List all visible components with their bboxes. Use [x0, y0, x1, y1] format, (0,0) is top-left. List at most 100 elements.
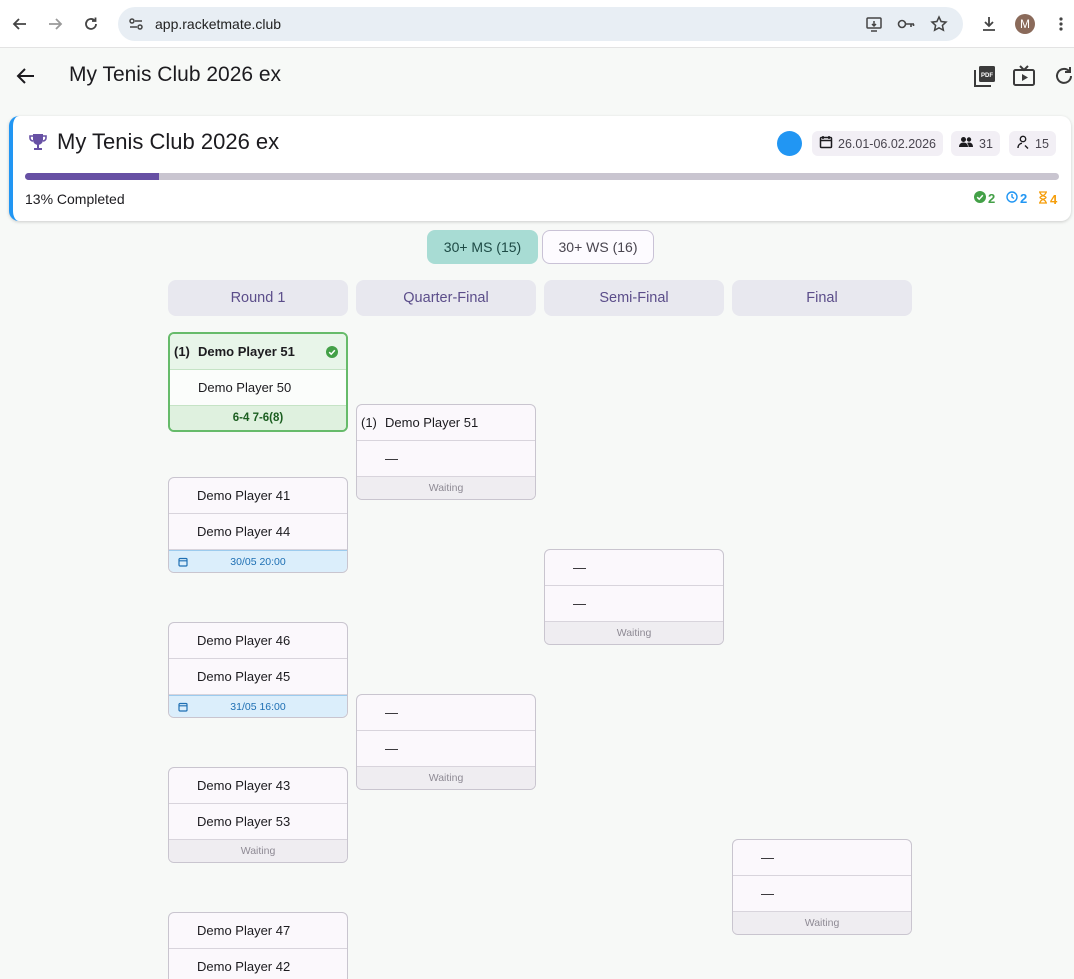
player-name: Demo Player 47 [197, 923, 291, 938]
forward-arrow-icon[interactable] [44, 13, 66, 35]
player-name: Demo Player 51 [385, 415, 479, 430]
refresh-icon[interactable] [1052, 64, 1074, 88]
bookmark-star-icon[interactable] [929, 14, 949, 34]
match-status: Waiting [357, 767, 535, 789]
progress-bar [25, 173, 1059, 180]
player-row[interactable]: — [733, 840, 911, 876]
site-info-icon[interactable] [128, 16, 144, 37]
player-row[interactable]: — [545, 586, 723, 622]
password-key-icon[interactable] [896, 14, 916, 34]
scheduled-stat: 2 [1006, 191, 1027, 206]
round-header-semi-final: Semi-Final [544, 280, 724, 316]
calendar-icon [178, 702, 188, 715]
match-card-sf-1[interactable]: — — Waiting [544, 549, 724, 645]
player-row[interactable]: Demo Player 44 [169, 514, 347, 550]
match-card-final[interactable]: — — Waiting [732, 839, 912, 935]
calendar-icon [819, 135, 833, 152]
page-title: My Tenis Club 2026 ex [69, 63, 282, 86]
tournament-summary-card: My Tenis Club 2026 ex 26.01-06.02.2026 3… [9, 116, 1071, 221]
back-arrow-icon[interactable] [9, 13, 31, 35]
referees-chip: 15 [1009, 131, 1056, 156]
match-status: Waiting [169, 840, 347, 862]
match-score: 6-4 7-6(8) [170, 406, 346, 430]
tab-30-ws[interactable]: 30+ WS (16) [542, 230, 654, 264]
status-indicator [777, 131, 802, 156]
clock-icon [1006, 191, 1018, 206]
schedule-time: 30/05 20:00 [230, 555, 286, 568]
profile-avatar[interactable]: M [1015, 14, 1035, 34]
match-card-qf-1[interactable]: (1) Demo Player 51 — Waiting [356, 404, 536, 500]
round-header-quarter-final: Quarter-Final [356, 280, 536, 316]
round-header-round-1: Round 1 [168, 280, 348, 316]
player-row[interactable]: (1) Demo Player 51 [170, 334, 346, 370]
player-row[interactable]: — [545, 550, 723, 586]
match-schedule: 30/05 20:00 [169, 550, 347, 572]
hourglass-icon [1038, 191, 1048, 207]
tournament-title: My Tenis Club 2026 ex [57, 129, 280, 154]
match-schedule: 31/05 16:00 [169, 695, 347, 717]
player-row[interactable]: Demo Player 50 [170, 370, 346, 406]
player-name: — [761, 850, 774, 865]
progress-fill [25, 173, 160, 180]
players-count: 31 [979, 136, 993, 151]
player-row[interactable]: — [357, 695, 535, 731]
back-icon[interactable] [14, 64, 38, 88]
address-bar[interactable]: app.racketmate.club [118, 7, 963, 41]
player-row[interactable]: — [733, 876, 911, 912]
match-card-r1-3[interactable]: Demo Player 46 Demo Player 45 31/05 16:0… [168, 622, 348, 718]
player-row[interactable]: — [357, 731, 535, 767]
match-status: Waiting [545, 622, 723, 644]
player-row[interactable]: Demo Player 43 [169, 768, 347, 804]
match-card-r1-1[interactable]: (1) Demo Player 51 Demo Player 50 6-4 7-… [168, 332, 348, 432]
winner-check-icon [326, 346, 338, 361]
player-name: — [573, 596, 586, 611]
browser-toolbar: app.racketmate.club M [0, 0, 1074, 48]
check-circle-icon [974, 191, 986, 206]
pdf-export-icon[interactable]: PDF [973, 64, 997, 88]
player-name: — [385, 451, 398, 466]
referees-count: 15 [1035, 136, 1049, 151]
dates-text: 26.01-06.02.2026 [838, 136, 937, 151]
player-name: Demo Player 43 [197, 778, 291, 793]
player-row[interactable]: Demo Player 47 [169, 913, 347, 949]
trophy-icon [28, 132, 48, 157]
round-header-final: Final [732, 280, 912, 316]
completed-label: 13% Completed [25, 191, 125, 207]
player-name: Demo Player 45 [197, 669, 291, 684]
player-name: — [385, 741, 398, 756]
svg-text:PDF: PDF [981, 73, 993, 79]
player-name: Demo Player 44 [197, 524, 291, 539]
match-status: Waiting [357, 477, 535, 499]
schedule-time: 31/05 16:00 [230, 700, 286, 713]
url-text[interactable]: app.racketmate.club [155, 16, 281, 32]
player-row[interactable]: Demo Player 46 [169, 623, 347, 659]
player-row[interactable]: Demo Player 45 [169, 659, 347, 695]
player-name: — [385, 705, 398, 720]
dates-chip: 26.01-06.02.2026 [812, 131, 944, 156]
match-card-r1-4[interactable]: Demo Player 43 Demo Player 53 Waiting [168, 767, 348, 863]
player-row[interactable]: Demo Player 53 [169, 804, 347, 840]
player-row[interactable]: (1) Demo Player 51 [357, 405, 535, 441]
reload-icon[interactable] [80, 13, 102, 35]
player-name: Demo Player 51 [198, 344, 295, 359]
player-row[interactable]: — [357, 441, 535, 477]
match-card-r1-2[interactable]: Demo Player 41 Demo Player 44 30/05 20:0… [168, 477, 348, 573]
browser-menu-icon[interactable] [1050, 13, 1072, 35]
match-card-r1-5[interactable]: Demo Player 47 Demo Player 42 [168, 912, 348, 979]
person-search-icon [1016, 135, 1030, 152]
player-row[interactable]: Demo Player 42 [169, 949, 347, 979]
install-app-icon[interactable] [864, 14, 884, 34]
live-tv-icon[interactable] [1012, 64, 1036, 88]
tab-30-ms[interactable]: 30+ MS (15) [427, 230, 538, 264]
match-card-qf-2[interactable]: — — Waiting [356, 694, 536, 790]
download-icon[interactable] [978, 13, 1000, 35]
player-name: — [573, 560, 586, 575]
player-name: Demo Player 46 [197, 633, 291, 648]
seed-label: (1) [361, 415, 377, 430]
group-icon [958, 136, 974, 151]
pending-stat: 4 [1038, 191, 1057, 207]
match-status: Waiting [733, 912, 911, 934]
player-row[interactable]: Demo Player 41 [169, 478, 347, 514]
player-name: Demo Player 53 [197, 814, 291, 829]
player-name: Demo Player 41 [197, 488, 291, 503]
